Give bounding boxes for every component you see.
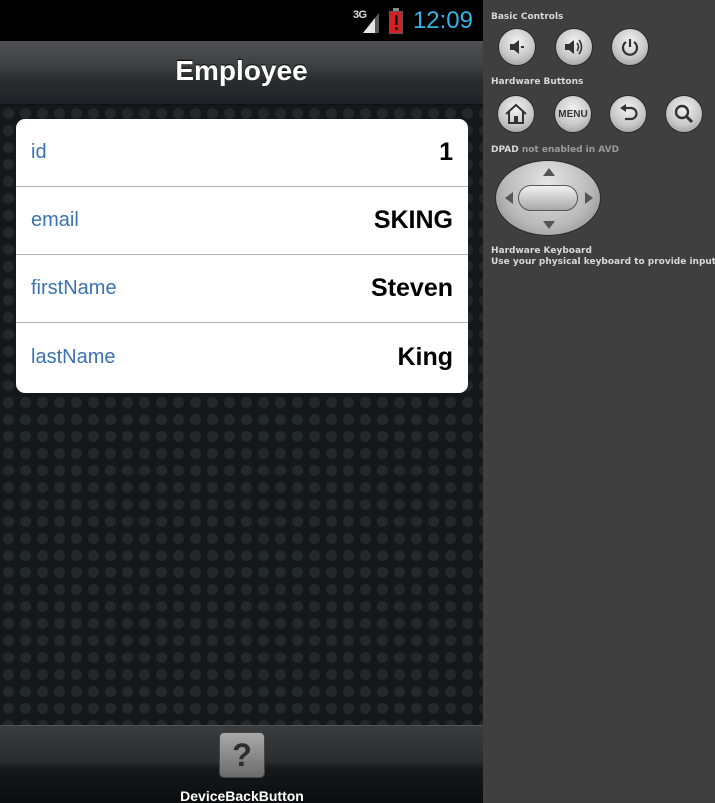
page-title: Employee [175, 54, 308, 86]
device-back-button-label: DeviceBackButton [180, 788, 304, 803]
title-bar: Employee [0, 41, 483, 105]
field-value: Steven [371, 274, 453, 302]
menu-button[interactable]: MENU [554, 95, 592, 133]
emulator-controls-panel: Basic Controls Hardware Buttons MENU DPA… [483, 0, 715, 803]
field-value: SKING [373, 206, 453, 234]
volume-up-icon [565, 39, 583, 55]
volume-down-button[interactable] [498, 28, 536, 66]
device-back-button[interactable]: ? DeviceBackButton [160, 732, 324, 803]
back-icon [620, 104, 638, 121]
detail-row-id: id 1 [16, 119, 468, 187]
detail-row-last-name: lastName King [16, 323, 468, 392]
question-icon: ? [219, 732, 265, 778]
phone-screen: 3G 12:09 Employee id 1 email SKING first… [0, 0, 483, 803]
bottom-toolbar: ? DeviceBackButton [0, 725, 483, 803]
emulator-window: 3G 12:09 Employee id 1 email SKING first… [0, 0, 715, 803]
hardware-keyboard-note: Use your physical keyboard to provide in… [491, 257, 715, 267]
power-icon [621, 39, 639, 56]
dpad-center-button[interactable] [518, 185, 578, 211]
dpad-left-icon [505, 192, 513, 204]
volume-down-icon [510, 40, 524, 54]
detail-row-first-name: firstName Steven [16, 255, 468, 323]
dpad-down-icon [543, 221, 555, 229]
field-label: id [31, 141, 47, 163]
field-label: lastName [31, 346, 116, 368]
dpad-note: not enabled in AVD [521, 145, 620, 155]
hardware-buttons-label: Hardware Buttons [491, 77, 584, 87]
signal-icon: 3G [353, 7, 381, 35]
status-clock: 12:09 [412, 6, 473, 34]
hardware-keyboard-title: Hardware Keyboard [491, 246, 592, 256]
basic-controls-label: Basic Controls [491, 12, 564, 22]
search-icon [674, 104, 694, 124]
employee-detail-list: id 1 email SKING firstName Steven lastNa… [16, 119, 468, 393]
dpad[interactable] [495, 160, 601, 236]
field-label: firstName [31, 277, 117, 299]
back-button[interactable] [609, 95, 647, 133]
menu-icon: MENU [558, 108, 588, 120]
battery-alert-icon [388, 7, 403, 34]
search-button[interactable] [665, 95, 703, 133]
home-button[interactable] [497, 95, 535, 133]
home-icon [505, 103, 527, 124]
field-label: email [31, 209, 79, 231]
field-value: 1 [439, 138, 453, 166]
dpad-up-icon [543, 168, 555, 176]
content-area: id 1 email SKING firstName Steven lastNa… [0, 105, 483, 725]
power-button[interactable] [611, 28, 649, 66]
volume-up-button[interactable] [555, 28, 593, 66]
dpad-label: DPAD not enabled in AVD [491, 145, 619, 155]
field-value: King [397, 343, 453, 371]
dpad-title: DPAD [491, 145, 519, 155]
dpad-right-icon [585, 192, 593, 204]
detail-row-email: email SKING [16, 187, 468, 255]
hardware-keyboard-info: Hardware Keyboard Use your physical keyb… [491, 246, 715, 268]
status-bar: 3G 12:09 [0, 0, 483, 41]
